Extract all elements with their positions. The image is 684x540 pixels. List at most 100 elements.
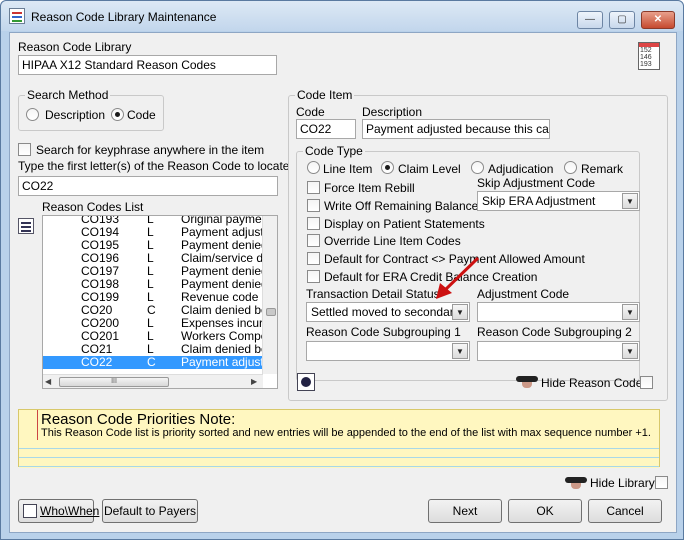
- who-when-label: Who\When: [40, 504, 100, 518]
- search-method-title: Search Method: [25, 88, 111, 102]
- chevron-down-icon[interactable]: ▼: [452, 343, 468, 359]
- who-when-button[interactable]: Who\When: [18, 499, 99, 523]
- skip-adjustment-value: Skip ERA Adjustment: [482, 194, 596, 208]
- default-to-payers-button[interactable]: Default to Payers: [102, 499, 198, 523]
- hide-reason-code-label: Hide Reason Code: [541, 376, 643, 390]
- chevron-down-icon[interactable]: ▼: [622, 304, 638, 320]
- list-item-type: C: [147, 355, 156, 369]
- horizontal-scroll-thumb[interactable]: III: [59, 377, 169, 387]
- title-bar: Reason Code Library Maintenance — ▢ ✕: [1, 1, 683, 31]
- locate-input[interactable]: CO22: [18, 176, 278, 196]
- radio-line-item[interactable]: [307, 161, 320, 174]
- radio-code-label: Code: [127, 108, 156, 122]
- chevron-down-icon[interactable]: ▼: [622, 193, 638, 209]
- keyphrase-checkbox[interactable]: [18, 143, 31, 156]
- radio-adjudication-label: Adjudication: [488, 162, 554, 176]
- mask-icon: [516, 376, 538, 388]
- ok-button[interactable]: OK: [508, 499, 582, 523]
- locate-label: Type the first letter(s) of the Reason C…: [18, 159, 290, 173]
- hide-library-label: Hide Library: [590, 476, 655, 490]
- radio-claim-level-label: Claim Level: [398, 162, 461, 176]
- default-era-credit-checkbox[interactable]: [307, 270, 320, 283]
- vertical-scroll-thumb[interactable]: [266, 308, 276, 316]
- client-area: Reason Code Library HIPAA X12 Standard R…: [9, 32, 677, 533]
- adjustment-code-label: Adjustment Code: [477, 287, 570, 301]
- hide-reason-code-checkbox[interactable]: [640, 376, 653, 389]
- list-item[interactable]: CO22 C Payment adjuste: [43, 355, 270, 369]
- note-lines: [19, 440, 659, 468]
- codes-list-label: Reason Codes List: [42, 200, 144, 214]
- code-label: Code: [296, 105, 325, 119]
- radio-description[interactable]: [26, 108, 39, 121]
- chevron-down-icon[interactable]: ▼: [622, 343, 638, 359]
- library-field[interactable]: HIPAA X12 Standard Reason Codes: [18, 55, 277, 75]
- transaction-status-value: Settled moved to secondary: [311, 305, 460, 319]
- code-field[interactable]: CO22: [296, 119, 356, 139]
- reason-codes-list[interactable]: CO193 L Original paymen CO194 L Payment adjus…: [42, 215, 278, 389]
- subgroup2-label: Reason Code Subgrouping 2: [477, 325, 632, 339]
- vertical-scrollbar[interactable]: [262, 216, 277, 374]
- write-off-balance-checkbox[interactable]: [307, 199, 320, 212]
- priorities-note: Reason Code Priorities Note: This Reason…: [18, 409, 660, 468]
- subgroup2-select[interactable]: ▼: [477, 341, 640, 361]
- main-window: Reason Code Library Maintenance — ▢ ✕ Re…: [0, 0, 684, 540]
- radio-remark[interactable]: [564, 161, 577, 174]
- cancel-button[interactable]: Cancel: [588, 499, 662, 523]
- radio-adjudication[interactable]: [471, 161, 484, 174]
- transaction-status-select[interactable]: Settled moved to secondary ▼: [306, 302, 470, 322]
- display-statements-label: Display on Patient Statements: [324, 217, 485, 231]
- force-item-rebill-label: Force Item Rebill: [324, 181, 415, 195]
- display-statements-checkbox[interactable]: [307, 217, 320, 230]
- radio-claim-level[interactable]: [381, 161, 394, 174]
- radio-remark-label: Remark: [581, 162, 624, 176]
- hide-library-checkbox[interactable]: [655, 476, 668, 489]
- adjustment-code-select[interactable]: ▼: [477, 302, 640, 322]
- radio-description-label: Description: [45, 108, 106, 122]
- list-item-code: CO22: [81, 355, 113, 369]
- search-method-group: Search Method Description Code: [18, 88, 164, 131]
- calendar-number: 152: [640, 47, 652, 54]
- radio-code[interactable]: [111, 108, 124, 121]
- mask-icon: [565, 477, 587, 489]
- calendar-icon[interactable]: 152 146 193: [638, 42, 660, 70]
- note-text: This Reason Code list is priority sorted…: [41, 427, 651, 439]
- subgroup1-select[interactable]: ▼: [306, 341, 470, 361]
- list-item-desc: Payment adjuste: [181, 355, 271, 369]
- default-era-credit-label: Default for ERA Credit Balance Creation: [324, 270, 538, 284]
- list-notes-icon[interactable]: [18, 218, 34, 234]
- library-label: Reason Code Library: [18, 40, 132, 54]
- code-item-title: Code Item: [295, 88, 355, 102]
- maximize-button[interactable]: ▢: [609, 11, 635, 29]
- app-icon: [9, 8, 25, 24]
- note-title: Reason Code Priorities Note:: [41, 411, 236, 428]
- calendar-number: 146: [640, 54, 652, 61]
- list-lines-glyph: [21, 222, 31, 224]
- next-button[interactable]: Next: [428, 499, 502, 523]
- info-icon-dot: [301, 377, 311, 387]
- default-contract-checkbox[interactable]: [307, 252, 320, 265]
- override-line-item-label: Override Line Item Codes: [324, 234, 461, 248]
- red-arrow-icon: [436, 256, 480, 299]
- scroll-left-icon[interactable]: ◀: [45, 377, 51, 386]
- transaction-status-label: Transaction Detail Status: [306, 287, 440, 301]
- description-label: Description: [362, 105, 423, 119]
- write-off-balance-label: Write Off Remaining Balance: [324, 199, 479, 213]
- scroll-right-icon[interactable]: ▶: [251, 377, 257, 386]
- minimize-button[interactable]: —: [577, 11, 603, 29]
- override-line-item-checkbox[interactable]: [307, 234, 320, 247]
- description-field[interactable]: Payment adjusted because this care ma: [362, 119, 550, 139]
- skip-adjustment-label: Skip Adjustment Code: [477, 176, 596, 190]
- info-icon[interactable]: [297, 373, 315, 391]
- subgroup1-label: Reason Code Subgrouping 1: [306, 325, 461, 339]
- radio-line-item-label: Line Item: [323, 162, 373, 176]
- close-button[interactable]: ✕: [641, 11, 675, 29]
- chevron-down-icon[interactable]: ▼: [452, 304, 468, 320]
- horizontal-scrollbar[interactable]: ◀ III ▶: [43, 374, 263, 388]
- calendar-number: 193: [640, 61, 652, 68]
- code-type-title: Code Type: [303, 144, 365, 158]
- keyphrase-label: Search for keyphrase anywhere in the ite…: [36, 143, 265, 157]
- window-title: Reason Code Library Maintenance: [31, 10, 217, 24]
- force-item-rebill-checkbox[interactable]: [307, 181, 320, 194]
- skip-adjustment-select[interactable]: Skip ERA Adjustment ▼: [477, 191, 640, 211]
- user-info-icon: [23, 504, 37, 518]
